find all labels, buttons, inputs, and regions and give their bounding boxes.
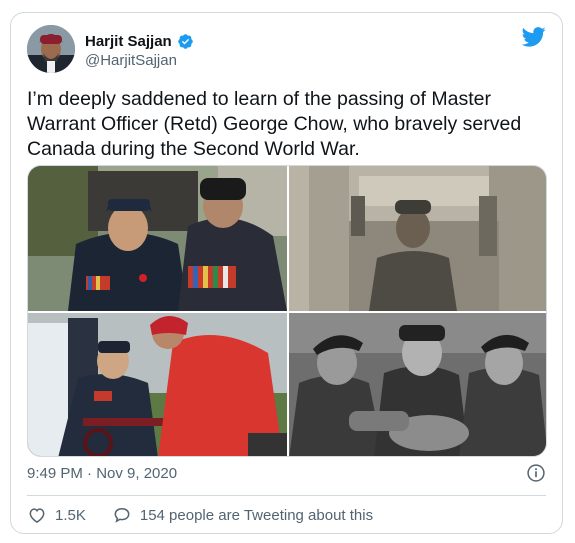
photo-veteran-in-wheelchair[interactable] [28,313,287,457]
tweet-text: I’m deeply saddened to learn of the pass… [27,88,522,160]
author-handle[interactable]: @HarjitSajjan [85,52,177,69]
speech-bubble-icon [114,507,130,523]
tweet-actions: 1.5K 154 people are Tweeting about this [27,505,399,525]
divider [27,495,546,496]
verified-badge-icon [177,34,193,49]
tweet-card: Harjit Sajjan @HarjitSajjan I’m deeply s… [10,12,563,534]
avatar[interactable] [27,25,75,73]
photo-soldier-portrait[interactable] [289,166,547,311]
heart-icon [29,508,45,523]
reply-label: 154 people are Tweeting about this [139,506,374,524]
twitter-bird-icon[interactable] [522,27,546,47]
tweet-timestamp[interactable]: 9:49 PM · Nov 9, 2020 [27,465,177,482]
photo-three-soldiers[interactable] [289,313,547,457]
author-name[interactable]: Harjit Sajjan [85,33,194,50]
avatar-image [27,25,75,73]
info-icon[interactable] [526,463,546,483]
author-name-text: Harjit Sajjan [85,33,172,50]
media-grid[interactable] [27,165,547,457]
like-count: 1.5K [55,506,86,524]
like-button[interactable]: 1.5K [27,505,86,525]
reply-button[interactable]: 154 people are Tweeting about this [112,505,373,525]
photo-veteran-with-medals[interactable] [28,166,287,311]
